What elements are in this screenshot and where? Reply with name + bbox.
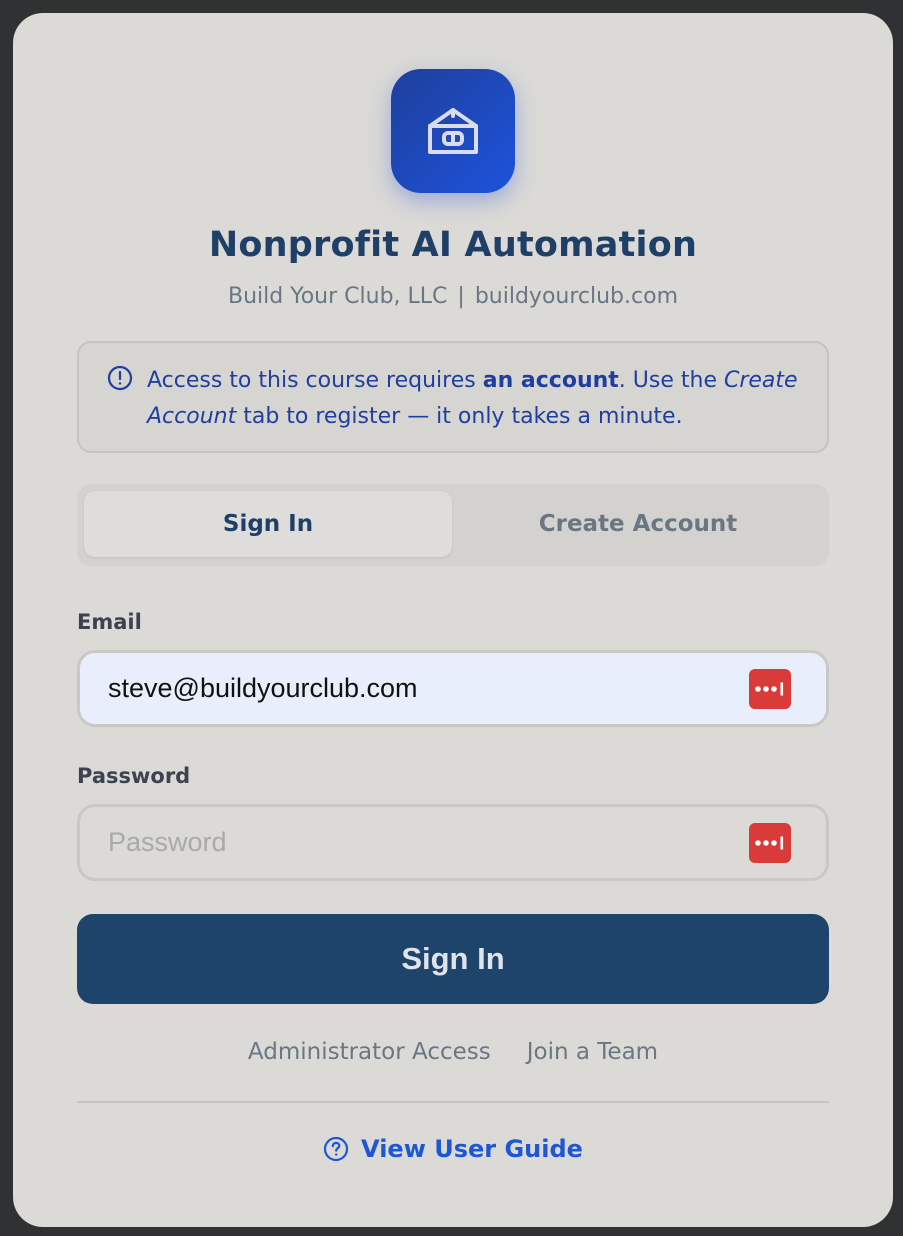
account-notice: Access to this course requires an accoun… xyxy=(77,341,829,453)
join-team-link[interactable]: Join a Team xyxy=(527,1039,658,1065)
info-circle-icon xyxy=(107,365,133,391)
view-user-guide-label: View User Guide xyxy=(361,1135,583,1163)
password-input[interactable] xyxy=(108,807,728,878)
password-manager-icon[interactable] xyxy=(749,823,791,863)
email-field-wrapper xyxy=(77,650,829,727)
auth-tabs: Sign In Create Account xyxy=(77,484,829,566)
password-manager-icon[interactable] xyxy=(749,669,791,709)
tab-create-account[interactable]: Create Account xyxy=(454,491,822,557)
divider xyxy=(77,1101,829,1103)
notice-text-start: Access to this course requires xyxy=(147,368,483,393)
sign-in-button[interactable]: Sign In xyxy=(77,914,829,1004)
dots-icon xyxy=(755,682,784,696)
login-card: Nonprofit AI Automation Build Your Club,… xyxy=(13,13,893,1227)
administrator-access-link[interactable]: Administrator Access xyxy=(248,1039,491,1065)
dots-icon xyxy=(755,836,784,850)
password-field-wrapper xyxy=(77,804,829,881)
subtitle-separator: | xyxy=(457,284,465,309)
website-text: buildyourclub.com xyxy=(474,284,679,309)
notice-text-end: tab to register — it only takes a minute… xyxy=(236,404,683,429)
email-input[interactable] xyxy=(108,653,728,724)
notice-text-middle: . Use the xyxy=(618,368,724,393)
password-label: Password xyxy=(77,764,191,788)
app-title: Nonprofit AI Automation xyxy=(208,225,698,265)
notice-bold-text: an account xyxy=(482,368,619,393)
email-label: Email xyxy=(77,610,142,634)
view-user-guide-link[interactable]: View User Guide xyxy=(13,1135,893,1163)
box-store-icon xyxy=(428,108,478,154)
question-circle-icon xyxy=(323,1136,349,1162)
notice-text: Access to this course requires an accoun… xyxy=(147,368,798,429)
company-name: Build Your Club, LLC xyxy=(227,284,448,309)
app-logo xyxy=(391,69,515,193)
app-subtitle: Build Your Club, LLC | buildyourclub.com xyxy=(13,284,893,309)
tab-sign-in[interactable]: Sign In xyxy=(84,491,452,557)
secondary-links: Administrator Access Join a Team xyxy=(13,1039,893,1065)
